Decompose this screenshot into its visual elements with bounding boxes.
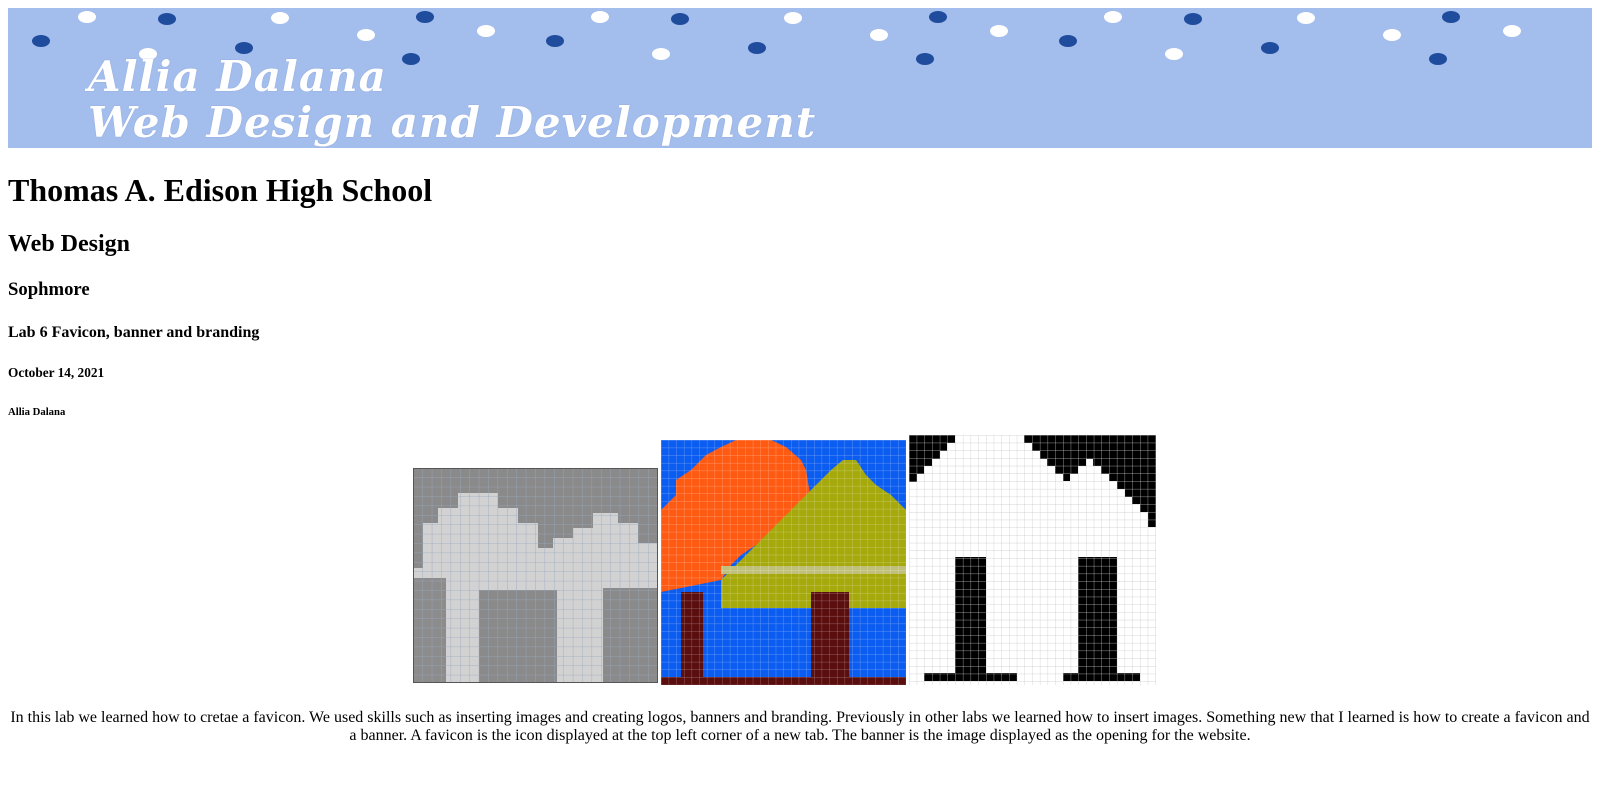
grade-heading: Sophmore <box>8 279 90 300</box>
lab-title-heading: Lab 6 Favicon, banner and branding <box>8 324 260 341</box>
course-heading: Web Design <box>8 231 131 257</box>
site-banner: Allia Dalana Web Design and Development <box>8 8 1592 148</box>
banner-line-subtitle: Web Design and Development <box>88 98 817 147</box>
author-heading: Allia Dalana <box>8 406 66 418</box>
date-heading: October 14, 2021 <box>8 365 105 380</box>
colored-pixel-house-image <box>661 440 906 685</box>
lab-summary-paragraph: In this lab we learned how to cretae a f… <box>10 709 1590 744</box>
school-heading: Thomas A. Edison High School <box>8 172 433 208</box>
black-white-pixel-house-image <box>909 435 1156 685</box>
banner-title: Allia Dalana Web Design and Development <box>88 54 816 146</box>
page: Allia Dalana Web Design and Development … <box>0 0 1600 753</box>
image-gallery <box>8 435 1592 695</box>
banner-line-name: Allia Dalana <box>88 52 387 101</box>
pencil-sketch-house-image <box>413 468 658 683</box>
